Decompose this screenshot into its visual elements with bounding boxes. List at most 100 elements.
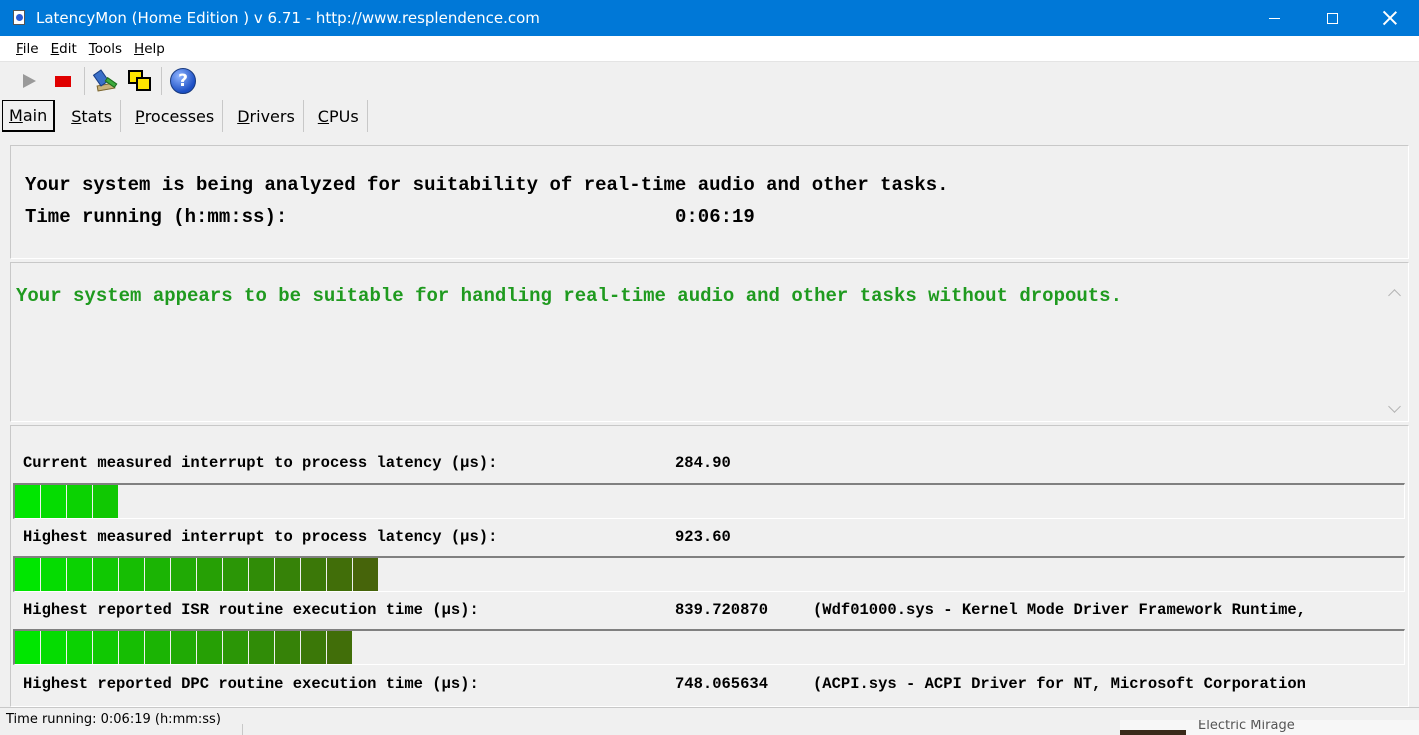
help-button[interactable]: ? [166, 65, 200, 97]
isr-driver-info: (Wdf01000.sys - Kernel Mode Driver Frame… [813, 601, 1306, 619]
current-latency-label: Current measured interrupt to process la… [23, 454, 498, 472]
menu-edit[interactable]: Edit [45, 41, 83, 57]
stop-icon [55, 75, 71, 87]
bar-segment [67, 558, 93, 591]
maximize-button[interactable] [1303, 0, 1361, 36]
bar-segment [41, 631, 67, 664]
bar-segment [93, 631, 119, 664]
bar-segment [15, 631, 41, 664]
toolbar-separator [84, 67, 85, 95]
minimize-button[interactable] [1245, 0, 1303, 36]
tab-strip: Main Stats Processes Drivers C PUs [2, 100, 374, 132]
menu-edit-accel: E [50, 40, 60, 57]
close-icon [1383, 11, 1397, 25]
tab-cpus[interactable]: C PUs [310, 100, 368, 132]
scroll-up-icon[interactable] [1388, 289, 1401, 302]
dpc-time-value: 748.065634 [675, 675, 769, 693]
bar-segment [145, 558, 171, 591]
tab-drivers-accel: D [237, 106, 250, 126]
tab-cpus-label: PUs [328, 106, 359, 126]
menu-help[interactable]: Help [128, 41, 171, 57]
app-icon[interactable] [12, 10, 28, 26]
bar-segment [119, 631, 145, 664]
menu-file-accel: F [16, 40, 23, 57]
menu-file[interactable]: File [10, 41, 45, 57]
background-window: Electric Mirage [1120, 720, 1419, 735]
menu-tools-label: ools [94, 40, 123, 57]
tab-stats-accel: S [71, 106, 82, 126]
bar-segment [67, 631, 93, 664]
tab-stats-label: tats [81, 106, 113, 126]
minimize-icon [1268, 17, 1280, 19]
window-controls [1245, 0, 1419, 36]
tools-icon [92, 68, 119, 94]
close-button[interactable] [1361, 0, 1419, 36]
bar-segment [93, 485, 119, 518]
tab-cpus-accel: C [317, 106, 329, 126]
time-running-value: 0:06:19 [675, 206, 755, 228]
tab-stats[interactable]: Stats [63, 100, 122, 132]
bar-segment [197, 631, 223, 664]
tab-main-accel: M [9, 106, 23, 125]
verdict-message: Your system appears to be suitable for h… [16, 285, 1122, 307]
bar-segment [301, 631, 327, 664]
bar-segment [301, 558, 327, 591]
toolbar-separator [161, 67, 162, 95]
tab-drivers[interactable]: Drivers [229, 100, 304, 132]
bar-segment [41, 558, 67, 591]
windows-icon [127, 68, 153, 94]
bar-segment [67, 485, 93, 518]
menu-tools[interactable]: Tools [83, 41, 128, 57]
bar-segment [93, 558, 119, 591]
toolbar: ? [0, 63, 1419, 99]
help-icon: ? [170, 68, 196, 94]
menu-bar: File Edit Tools Help [0, 36, 1419, 62]
scroll-down-icon[interactable] [1388, 400, 1401, 413]
bar-segment [223, 558, 249, 591]
metrics-panel: Current measured interrupt to process la… [10, 425, 1409, 707]
current-latency-bar-fill [15, 485, 119, 518]
analysis-message: Your system is being analyzed for suitab… [25, 174, 949, 196]
background-thumbnail [1120, 730, 1186, 735]
bar-segment [249, 558, 275, 591]
bar-segment [275, 558, 301, 591]
bar-segment [327, 558, 353, 591]
menu-edit-label: dit [59, 40, 77, 57]
maximize-icon [1326, 12, 1338, 24]
analysis-panel: Your system is being analyzed for suitab… [10, 145, 1409, 259]
bar-segment [275, 631, 301, 664]
tab-drivers-label: rivers [249, 106, 295, 126]
highest-latency-value: 923.60 [675, 528, 731, 546]
verdict-scrollbar[interactable] [1386, 283, 1404, 419]
tools-button[interactable] [89, 65, 123, 97]
bar-segment [197, 558, 223, 591]
status-separator [242, 724, 243, 735]
bar-segment [171, 631, 197, 664]
tab-processes-accel: P [135, 106, 145, 126]
highest-latency-bar [13, 556, 1405, 592]
bar-segment [353, 558, 379, 591]
window-title: LatencyMon (Home Edition ) v 6.71 - http… [36, 9, 540, 27]
bar-segment [249, 631, 275, 664]
menu-file-label: ile [22, 40, 39, 57]
current-latency-value: 284.90 [675, 454, 731, 472]
bar-segment [327, 631, 353, 664]
bar-segment [119, 558, 145, 591]
highest-latency-bar-fill [15, 558, 379, 591]
start-button[interactable] [12, 65, 46, 97]
time-running-label: Time running (h:mm:ss): [25, 206, 288, 228]
current-latency-bar [13, 483, 1405, 519]
tab-processes[interactable]: Processes [127, 100, 224, 132]
bar-segment [171, 558, 197, 591]
bar-segment [15, 558, 41, 591]
status-time-running: Time running: 0:06:19 (h:mm:ss) [6, 712, 221, 727]
bar-segment [41, 485, 67, 518]
dpc-driver-info: (ACPI.sys - ACPI Driver for NT, Microsof… [813, 675, 1306, 693]
isr-time-bar [13, 629, 1405, 665]
tab-main[interactable]: Main [2, 100, 56, 132]
stop-button[interactable] [46, 65, 80, 97]
isr-time-bar-fill [15, 631, 353, 664]
background-window-title: Electric Mirage [1198, 720, 1295, 733]
bar-segment [223, 631, 249, 664]
windows-button[interactable] [123, 65, 157, 97]
